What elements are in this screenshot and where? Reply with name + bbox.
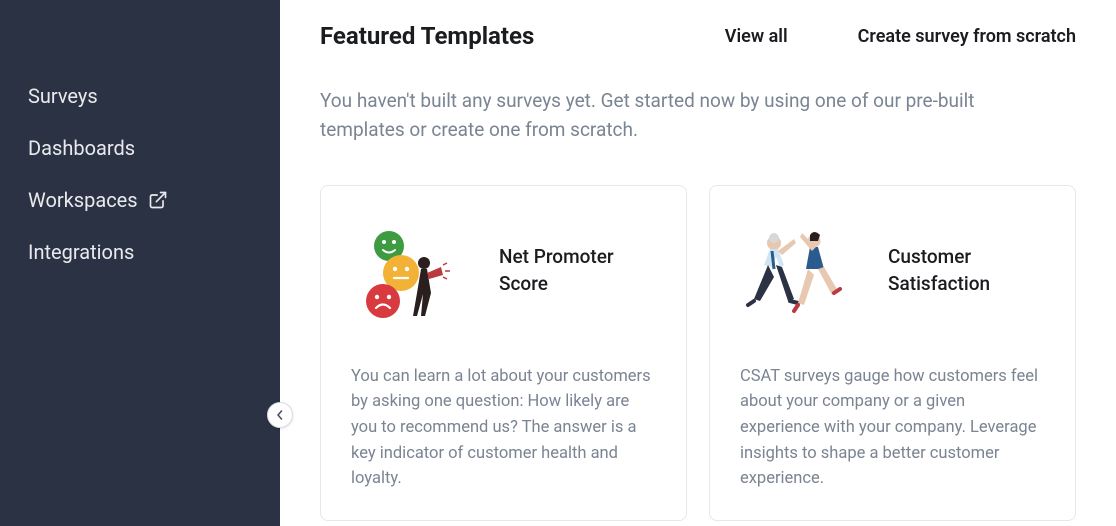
chevron-left-icon bbox=[275, 410, 285, 420]
sidebar-item-integrations[interactable]: Integrations bbox=[0, 226, 280, 278]
card-description: CSAT surveys gauge how customers feel ab… bbox=[740, 364, 1045, 492]
sidebar-item-label: Surveys bbox=[28, 84, 98, 108]
sidebar-item-dashboards[interactable]: Dashboards bbox=[0, 122, 280, 174]
card-title: Net Promoter Score bbox=[499, 244, 656, 297]
csat-illustration bbox=[740, 221, 850, 321]
template-card-csat[interactable]: Customer Satisfaction CSAT surveys gauge… bbox=[709, 185, 1076, 521]
page-title: Featured Templates bbox=[320, 22, 534, 50]
sidebar-item-surveys[interactable]: Surveys bbox=[0, 70, 280, 122]
sidebar-collapse-button[interactable] bbox=[267, 402, 293, 428]
nps-illustration bbox=[351, 221, 461, 321]
template-cards: Net Promoter Score You can learn a lot a… bbox=[320, 185, 1076, 521]
view-all-link[interactable]: View all bbox=[725, 26, 788, 47]
external-link-icon bbox=[148, 190, 168, 210]
sidebar-item-label: Dashboards bbox=[28, 136, 135, 160]
sidebar-item-label: Workspaces bbox=[28, 188, 138, 212]
create-survey-link[interactable]: Create survey from scratch bbox=[858, 26, 1076, 47]
card-description: You can learn a lot about your customers… bbox=[351, 364, 656, 492]
header-row: Featured Templates View all Create surve… bbox=[320, 22, 1076, 50]
template-card-nps[interactable]: Net Promoter Score You can learn a lot a… bbox=[320, 185, 687, 521]
sidebar-item-label: Integrations bbox=[28, 240, 134, 264]
card-header: Customer Satisfaction bbox=[740, 216, 1045, 326]
sidebar-item-workspaces[interactable]: Workspaces bbox=[0, 174, 280, 226]
card-header: Net Promoter Score bbox=[351, 216, 656, 326]
sidebar: Surveys Dashboards Workspaces Integratio… bbox=[0, 0, 280, 526]
page-subtitle: You haven't built any surveys yet. Get s… bbox=[320, 86, 1040, 145]
header-actions: View all Create survey from scratch bbox=[725, 26, 1076, 47]
main-content: Featured Templates View all Create surve… bbox=[280, 0, 1116, 526]
card-title: Customer Satisfaction bbox=[888, 244, 1045, 297]
